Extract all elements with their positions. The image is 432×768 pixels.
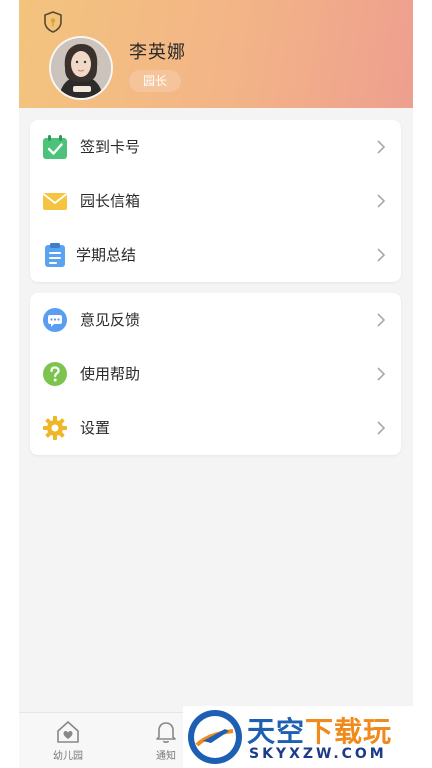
menu-item-checkin-card[interactable]: 签到卡号	[30, 120, 401, 174]
menu-item-label: 意见反馈	[80, 311, 141, 329]
menu-item-principal-mailbox[interactable]: 园长信箱	[30, 174, 401, 228]
clipboard-icon	[45, 243, 65, 267]
profile-screen: 李英娜 园长 签到卡号 园长信箱 学期总结 意见反馈 使用帮助 设置 幼儿园 通…	[19, 0, 413, 768]
home-heart-icon	[57, 721, 79, 743]
menu-item-label: 签到卡号	[80, 138, 141, 156]
avatar[interactable]	[49, 36, 113, 100]
chevron-right-icon	[377, 421, 385, 435]
chevron-right-icon	[377, 140, 385, 154]
role-badge: 园长	[129, 70, 181, 92]
chevron-right-icon	[377, 367, 385, 381]
menu-item-help[interactable]: 使用帮助	[30, 347, 401, 401]
envelope-icon	[42, 193, 68, 210]
watermark-title: 天空下载玩	[247, 710, 392, 750]
menu-item-label: 使用帮助	[80, 365, 141, 383]
menu-card-secondary: 意见反馈 使用帮助 设置	[30, 293, 401, 455]
chat-bubble-icon	[43, 308, 67, 332]
tab-label: 幼儿园	[53, 751, 83, 762]
menu-item-feedback[interactable]: 意见反馈	[30, 293, 401, 347]
watermark-text-orange: 下载玩	[305, 715, 393, 748]
watermark-text-blue: 天空	[247, 715, 306, 748]
tab-kindergarten[interactable]: 幼儿园	[38, 719, 98, 762]
gear-icon	[43, 416, 67, 440]
site-watermark: 天空下载玩 SKYXZW.COM	[183, 706, 432, 768]
chevron-right-icon	[377, 194, 385, 208]
chevron-right-icon	[377, 313, 385, 327]
menu-item-label: 学期总结	[76, 246, 137, 264]
menu-item-semester-summary[interactable]: 学期总结	[30, 228, 401, 282]
menu-item-label: 园长信箱	[80, 192, 141, 210]
calendar-check-icon	[43, 135, 67, 159]
menu-item-label: 设置	[80, 419, 111, 437]
shield-icon[interactable]	[43, 11, 63, 33]
watermark-domain: SKYXZW.COM	[249, 746, 387, 762]
menu-item-settings[interactable]: 设置	[30, 401, 401, 455]
menu-card-primary: 签到卡号 园长信箱 学期总结	[30, 120, 401, 282]
user-name: 李英娜	[129, 42, 186, 63]
bell-icon	[156, 722, 176, 743]
chevron-right-icon	[377, 248, 385, 262]
avatar-image	[51, 38, 111, 98]
globe-plane-logo-icon	[188, 710, 242, 764]
help-icon	[43, 362, 67, 386]
profile-header: 李英娜 园长	[19, 0, 413, 108]
